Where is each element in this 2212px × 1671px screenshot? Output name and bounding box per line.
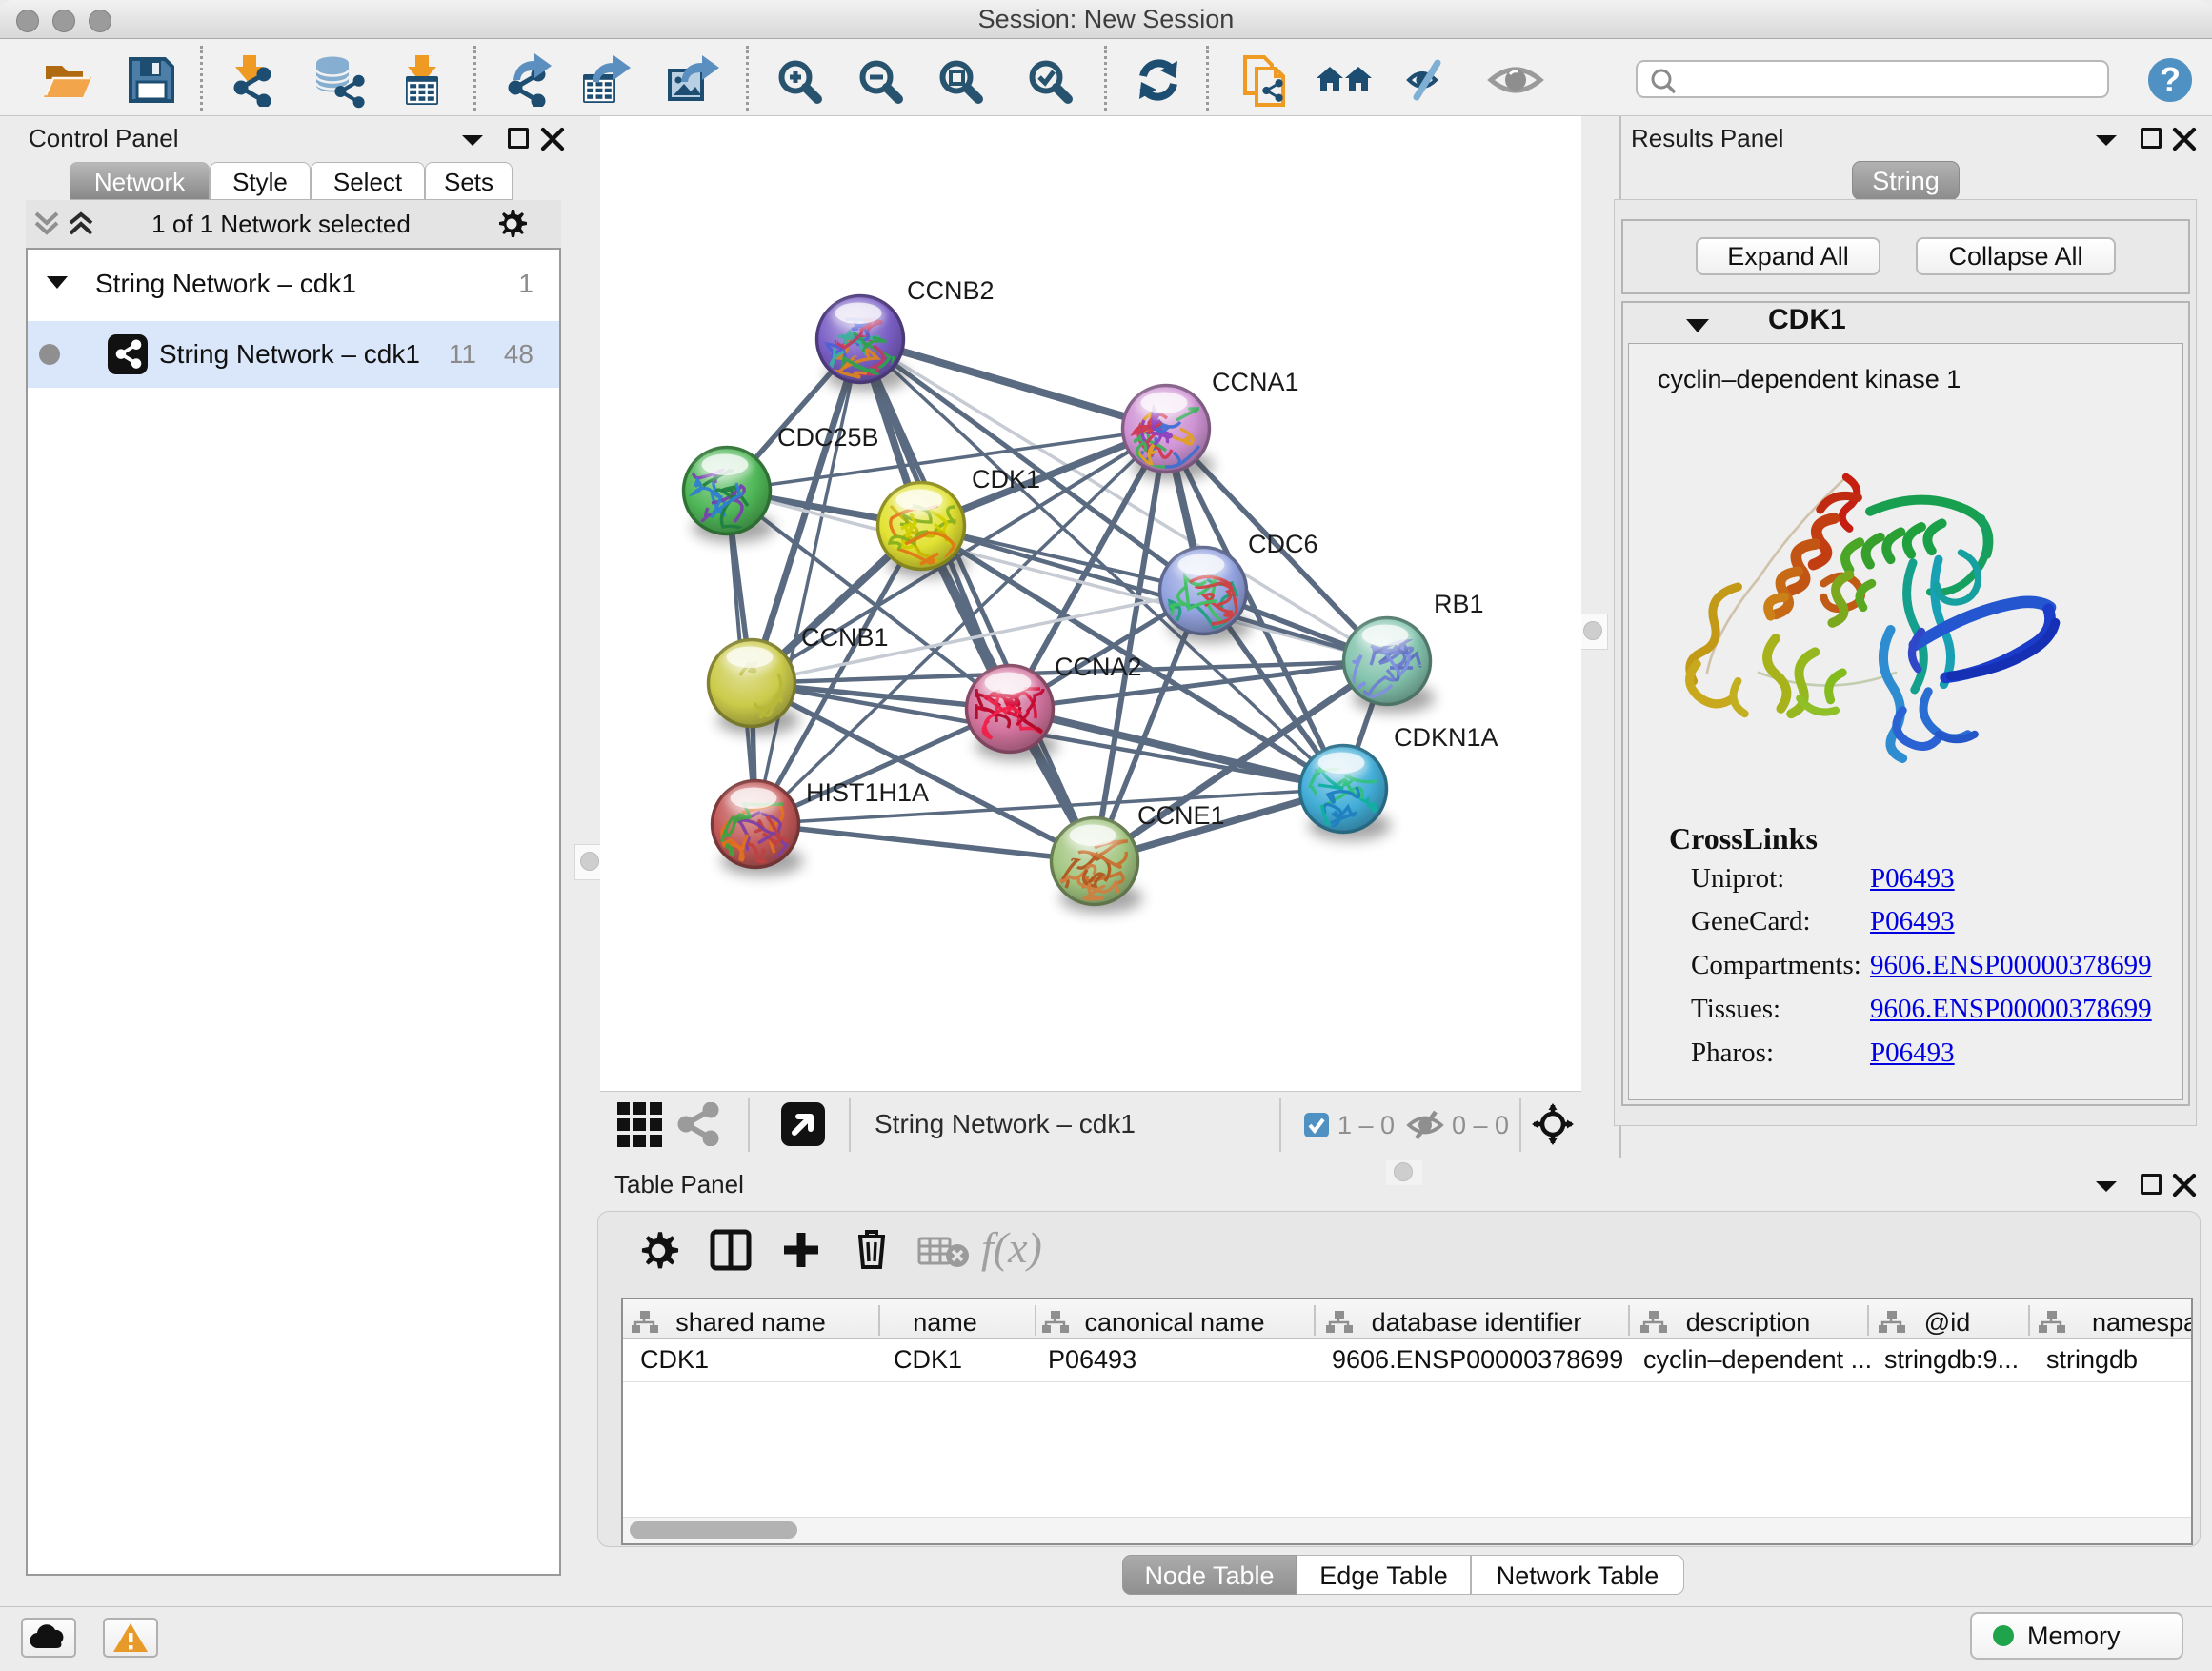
svg-text:CDC6: CDC6 xyxy=(1248,530,1318,558)
svg-text:CCNA2: CCNA2 xyxy=(1055,653,1142,681)
svg-text:CCNB2: CCNB2 xyxy=(907,276,995,305)
svg-text:RB1: RB1 xyxy=(1434,590,1484,618)
svg-text:CCNB1: CCNB1 xyxy=(801,623,889,652)
svg-text:CCNE1: CCNE1 xyxy=(1137,801,1225,830)
svg-text:CDC25B: CDC25B xyxy=(777,423,879,452)
svg-text:CCNA1: CCNA1 xyxy=(1212,368,1299,396)
svg-text:CDK1: CDK1 xyxy=(972,465,1040,493)
svg-text:HIST1H1A: HIST1H1A xyxy=(806,778,929,807)
svg-text:CDKN1A: CDKN1A xyxy=(1394,723,1498,752)
